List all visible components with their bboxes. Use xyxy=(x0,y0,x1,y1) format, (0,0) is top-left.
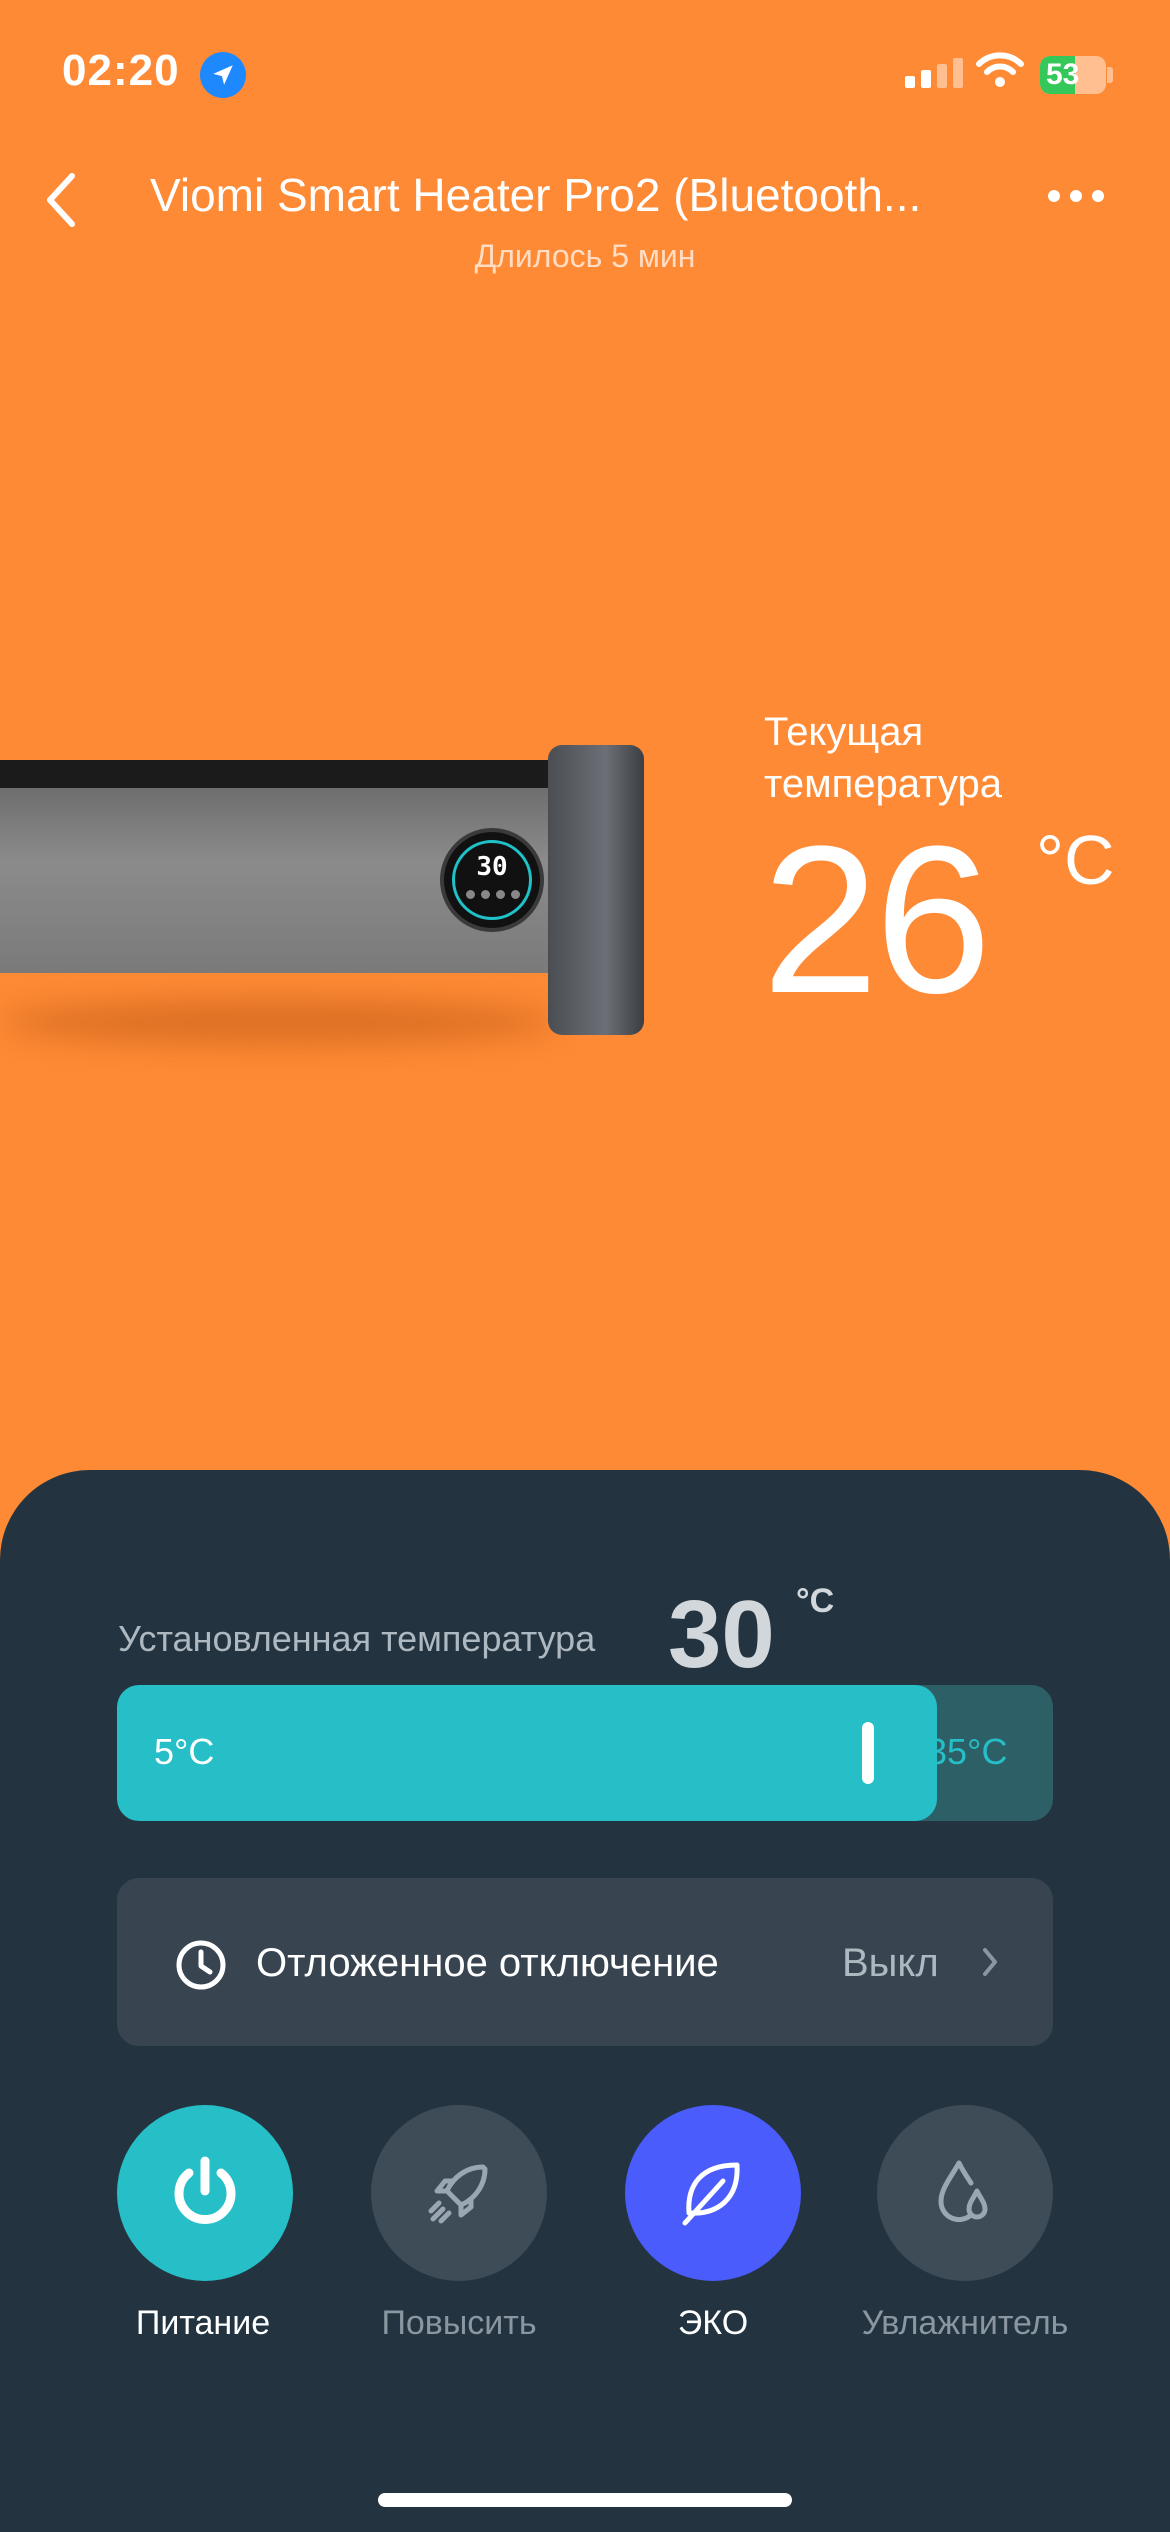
device-end-cap xyxy=(548,745,644,1035)
device-shadow xyxy=(0,1000,560,1044)
wifi-icon xyxy=(975,50,1025,95)
delayed-shutdown-value: Выкл xyxy=(842,1941,939,1985)
set-temperature-label: Установленная температура xyxy=(118,1618,596,1659)
slider-max-label: 35°C xyxy=(927,1731,1008,1772)
current-temperature-unit: °C xyxy=(1036,821,1115,899)
device-title: Viomi Smart Heater Pro2 (Bluetooth... xyxy=(150,169,922,221)
chevron-right-icon xyxy=(980,1945,1000,1984)
battery-percent: 53 xyxy=(1046,58,1080,91)
battery-indicator: 53 xyxy=(1040,56,1106,94)
set-temperature-value: 30 xyxy=(668,1581,775,1688)
more-options-button[interactable] xyxy=(1048,190,1104,202)
power-button[interactable] xyxy=(117,2105,293,2281)
temperature-slider[interactable] xyxy=(117,1685,1053,1821)
location-arrow-icon xyxy=(200,52,246,98)
humidifier-label: Увлажнитель xyxy=(861,2304,1069,2342)
back-button[interactable] xyxy=(40,168,90,232)
temperature-slider-fill xyxy=(117,1685,937,1821)
eco-button[interactable] xyxy=(625,2105,801,2281)
device-top xyxy=(0,760,560,790)
device-dial-buttons xyxy=(466,890,520,899)
power-icon xyxy=(174,2156,236,2224)
leaf-icon xyxy=(682,2162,740,2226)
humidifier-button[interactable] xyxy=(877,2105,1053,2281)
boost-label: Повысить xyxy=(381,2304,537,2342)
more-dot-icon xyxy=(1092,190,1104,202)
chevron-left-icon xyxy=(47,173,75,227)
cellular-signal-icon xyxy=(905,58,963,88)
temperature-slider-handle[interactable] xyxy=(862,1722,874,1784)
rocket-icon xyxy=(428,2164,488,2224)
current-temperature-value: 26 xyxy=(762,802,992,1037)
device-display-value: 30 xyxy=(476,852,508,882)
current-temperature-label: Текущая температура xyxy=(764,710,1002,806)
water-drop-icon xyxy=(938,2160,988,2223)
boost-button[interactable] xyxy=(371,2105,547,2281)
delayed-shutdown-label: Отложенное отключение xyxy=(256,1941,719,1985)
set-temperature-unit: °C xyxy=(796,1582,835,1620)
more-dot-icon xyxy=(1048,190,1060,202)
status-time: 02:20 xyxy=(62,46,180,95)
clock-icon xyxy=(174,1938,228,1997)
slider-min-label: 5°C xyxy=(154,1731,215,1772)
home-indicator[interactable] xyxy=(378,2493,792,2507)
more-dot-icon xyxy=(1070,190,1082,202)
eco-label: ЭКО xyxy=(677,2304,749,2342)
battery-tip xyxy=(1107,67,1113,83)
power-label: Питание xyxy=(135,2304,271,2342)
device-subtitle: Длилось 5 мин xyxy=(474,238,696,274)
